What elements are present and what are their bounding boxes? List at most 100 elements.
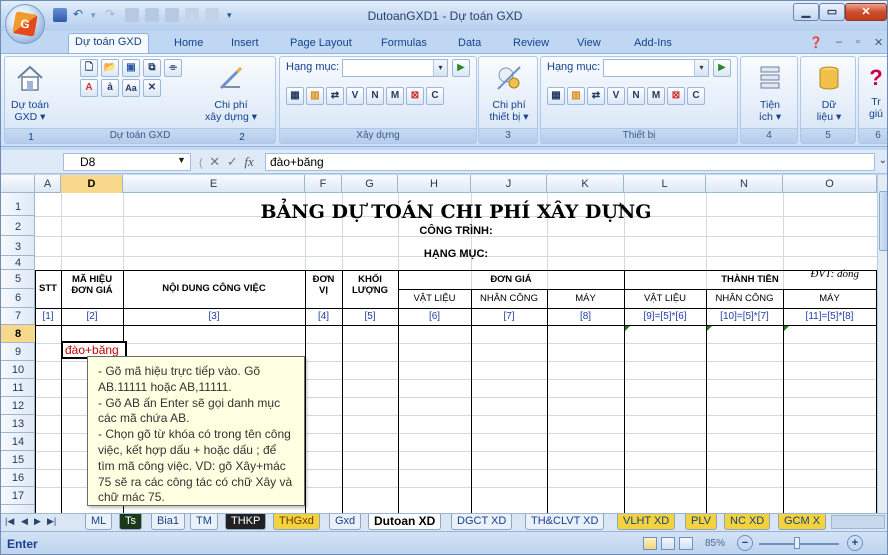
delete-row-icon-2[interactable]: ⊠: [667, 87, 685, 105]
combo-arrow-icon-2[interactable]: ▾: [694, 60, 708, 76]
save-icon-ribbon[interactable]: ▣: [122, 59, 140, 77]
column-header-j[interactable]: J: [471, 175, 547, 193]
row-header-17[interactable]: 17: [1, 487, 35, 505]
maximize-button[interactable]: ▭: [819, 3, 845, 21]
c-button-2[interactable]: C: [687, 87, 705, 105]
prev-sheet-icon[interactable]: ◀: [21, 516, 28, 527]
n-button-2[interactable]: N: [627, 87, 645, 105]
column-header-g[interactable]: G: [342, 175, 398, 193]
first-sheet-icon[interactable]: |◀: [5, 516, 14, 527]
row-header-13[interactable]: 13: [1, 415, 35, 433]
sheet-tab-gxd[interactable]: Gxd: [329, 514, 362, 530]
expand-formula-icon[interactable]: ⌄: [879, 155, 887, 166]
grid-icon-2[interactable]: ▦: [547, 87, 565, 105]
hang-muc-combo-2[interactable]: ▾: [603, 59, 709, 77]
grid-icon[interactable]: ▦: [286, 87, 304, 105]
sheet-icon-2[interactable]: ▥: [567, 87, 585, 105]
sheet-icon[interactable]: ▥: [306, 87, 324, 105]
sheet-tab-ml[interactable]: ML: [85, 514, 113, 530]
help-icon[interactable]: ❓: [809, 36, 823, 49]
column-header-e[interactable]: E: [123, 175, 305, 193]
column-header-h[interactable]: H: [398, 175, 471, 193]
tab-formulas[interactable]: Formulas: [375, 35, 433, 53]
column-header-o[interactable]: O: [783, 175, 877, 193]
sheet-tab-gcm-xd[interactable]: GCM X: [778, 514, 827, 530]
select-all-corner[interactable]: [1, 175, 35, 193]
name-box-dropdown-icon[interactable]: ▼: [177, 155, 186, 165]
chi-phi-thiet-bi-button[interactable]: Chi phí thiết bị ▾: [481, 63, 537, 123]
name-box[interactable]: D8: [63, 153, 191, 171]
ribbon-close-icon[interactable]: ✕: [874, 36, 883, 49]
tab-data[interactable]: Data: [452, 35, 487, 53]
row-header-15[interactable]: 15: [1, 451, 35, 469]
row-header-12[interactable]: 12: [1, 397, 35, 415]
ribbon-minimize-icon[interactable]: –: [836, 36, 842, 48]
font-clear-icon[interactable]: ✕: [143, 79, 161, 97]
column-header-l[interactable]: L: [624, 175, 706, 193]
sheet-tab-thkp[interactable]: THKP: [225, 514, 267, 530]
row-header-16[interactable]: 16: [1, 469, 35, 487]
cancel-icon[interactable]: ✕: [209, 154, 220, 169]
page-break-view-icon[interactable]: [679, 537, 693, 550]
hang-muc-combo[interactable]: ▾: [342, 59, 448, 77]
sheet-tab-dutoan-xd[interactable]: Dutoan XD: [368, 514, 442, 530]
play-icon-2[interactable]: ▶: [713, 59, 731, 77]
row-header-2[interactable]: 2: [1, 216, 35, 236]
scrollbar-thumb[interactable]: [879, 191, 887, 251]
tab-page-layout[interactable]: Page Layout: [284, 35, 358, 53]
fx-icon[interactable]: fx: [244, 154, 253, 169]
chi-phi-xay-dung-button[interactable]: Chi phí xây dựng ▾: [201, 63, 261, 123]
formula-input[interactable]: đào+băng: [265, 153, 875, 171]
font-a-icon[interactable]: A: [80, 79, 98, 97]
row-header-9[interactable]: 9: [1, 343, 35, 361]
row-header-6[interactable]: 6: [1, 289, 35, 308]
row-header-1[interactable]: 1: [1, 193, 35, 216]
sheet-tab-thclvt-xd[interactable]: TH&CLVT XD: [525, 514, 605, 530]
du-lieu-button[interactable]: Dữ liệu ▾: [803, 63, 855, 123]
combo-arrow-icon[interactable]: ▾: [433, 60, 447, 76]
sheet-tab-vlht-xd[interactable]: VLHT XD: [617, 514, 676, 530]
v-button[interactable]: V: [346, 87, 364, 105]
row-header-8[interactable]: 8: [1, 325, 35, 343]
open-icon[interactable]: 📂: [101, 59, 119, 77]
du-toan-gxd-button[interactable]: Dự toán GXD ▾: [8, 63, 52, 123]
delete-row-icon[interactable]: ⊠: [406, 87, 424, 105]
ribbon-restore-icon[interactable]: ▫: [856, 36, 860, 48]
sheet-tab-ts[interactable]: Ts: [119, 514, 142, 530]
tab-view[interactable]: View: [571, 35, 607, 53]
column-header-d[interactable]: D: [61, 175, 123, 193]
sheet-tab-bia1[interactable]: Bia1: [151, 514, 186, 530]
column-header-f[interactable]: F: [305, 175, 342, 193]
tien-ich-button[interactable]: Tiện ích ▾: [743, 63, 797, 123]
font-case-icon[interactable]: Aa: [122, 79, 140, 97]
zoom-level[interactable]: 85%: [705, 538, 725, 549]
tab-review[interactable]: Review: [507, 35, 555, 53]
play-icon[interactable]: ▶: [452, 59, 470, 77]
tab-du-toan-gxd[interactable]: Dự toán GXD: [68, 33, 149, 54]
row-header-7[interactable]: 7: [1, 308, 35, 325]
font-vn-icon[interactable]: ả: [101, 79, 119, 97]
minimize-button[interactable]: ▁: [793, 3, 819, 21]
last-sheet-icon[interactable]: ▶|: [47, 516, 56, 527]
column-header-a[interactable]: A: [35, 175, 61, 193]
sheet-tab-plv[interactable]: PLV: [685, 514, 717, 530]
swap-icon-2[interactable]: ⇄: [587, 87, 605, 105]
sheet-tab-thgxd[interactable]: THGxd: [273, 514, 320, 530]
m-button-2[interactable]: M: [647, 87, 665, 105]
swap-icon[interactable]: ⇄: [326, 87, 344, 105]
worksheet-grid[interactable]: A D E F G H J K L N O 1 2 3 4 5 6 7 8 9 …: [1, 175, 877, 513]
zoom-out-button[interactable]: −: [737, 535, 753, 551]
vertical-scrollbar[interactable]: [877, 175, 887, 513]
sheet-tab-tm[interactable]: TM: [190, 514, 218, 530]
row-header-5[interactable]: 5: [1, 270, 35, 289]
v-button-2[interactable]: V: [607, 87, 625, 105]
row-header-4[interactable]: 4: [1, 256, 35, 270]
normal-view-icon[interactable]: [643, 537, 657, 550]
row-header-3[interactable]: 3: [1, 236, 35, 256]
sheet-tab-dgct-xd[interactable]: DGCT XD: [451, 514, 513, 530]
sheet-tab-nc-xd[interactable]: NC XD: [724, 514, 771, 530]
office-button[interactable]: G: [5, 4, 45, 44]
c-button[interactable]: C: [426, 87, 444, 105]
page-layout-view-icon[interactable]: [661, 537, 675, 550]
row-header-14[interactable]: 14: [1, 433, 35, 451]
